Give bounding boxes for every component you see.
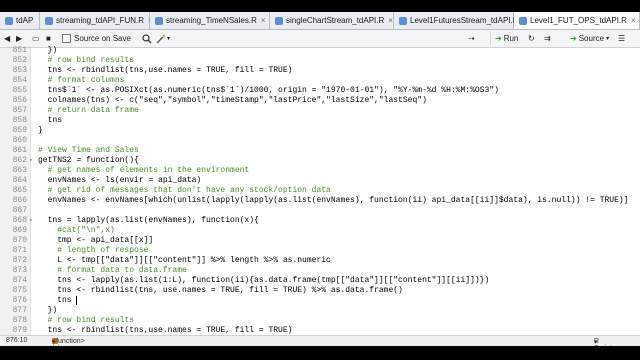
tab-streaming-tdapi-fun[interactable]: streaming_tdAPI_FUN.R× — [40, 12, 153, 29]
source-on-save-toggle[interactable]: Source on Save — [62, 32, 131, 45]
source-arrow-icon: ➔ — [570, 34, 577, 43]
chevron-down-icon: ▾ — [606, 36, 610, 42]
r-file-icon — [519, 16, 527, 25]
r-file-icon — [5, 16, 13, 25]
tab-bar: tdAPI.R streaming_tdAPI_FUN.R× streaming… — [0, 12, 640, 30]
source-button[interactable]: ➔ Source ▾ — [570, 32, 609, 45]
code-editor[interactable]: 851 }) 852 # row bind results 853 tns <- r… — [0, 46, 640, 335]
r-file-icon — [45, 16, 53, 25]
search-icon[interactable] — [142, 32, 152, 45]
save-icon[interactable]: ■ — [46, 32, 51, 45]
status-bar: 876:10 <function>(x) ▾ R Script ▾ — [0, 335, 640, 346]
close-icon[interactable]: × — [388, 16, 393, 25]
tab-tdapi[interactable]: tdAPI.R — [0, 12, 40, 29]
r-file-icon — [155, 16, 163, 25]
source-on-save-checkbox[interactable] — [62, 34, 71, 43]
show-in-window-icon[interactable]: ▭ — [32, 32, 40, 45]
rstudio-editor-window: tdAPI.R streaming_tdAPI_FUN.R× streaming… — [0, 12, 640, 346]
run-arrow-icon: ➔ — [495, 34, 502, 43]
tab-level1futuresstream[interactable]: Level1FuturesStream_tdAPI.R× — [394, 12, 527, 29]
code-tools-wand-icon[interactable]: ▾ — [156, 32, 170, 45]
cursor-position: 876:10 — [6, 337, 28, 344]
rerun-icon[interactable]: ↻ — [528, 32, 535, 45]
chevron-down-icon: ▾ — [167, 36, 171, 42]
chevron-down-icon: ▾ — [594, 339, 598, 346]
tab-level1-fut-ops[interactable]: Level1_FUT_OPS_tdAPI.R × — [514, 12, 640, 29]
close-icon[interactable]: × — [631, 16, 636, 25]
back-icon[interactable]: ◀ — [4, 32, 10, 45]
goto-line-icon[interactable]: ⇢ — [468, 32, 475, 45]
chevron-down-icon: ▾ — [52, 339, 56, 346]
source-icon: ⇉ — [544, 34, 551, 43]
tab-singlechartstream[interactable]: singleChartStream_tdAPI.R × — [270, 12, 394, 29]
run-button[interactable]: ➔ Run — [490, 32, 518, 45]
forward-icon[interactable]: ▶ — [16, 32, 22, 45]
outline-icon[interactable]: ☰ — [618, 32, 625, 45]
tab-streaming-timensales[interactable]: streaming_TimeNSales.R × — [150, 12, 270, 29]
r-file-icon — [275, 16, 283, 25]
text-cursor — [76, 296, 78, 305]
r-file-icon — [399, 16, 407, 25]
video-frame: tdAPI.R streaming_tdAPI_FUN.R× streaming… — [0, 0, 640, 360]
close-icon[interactable]: × — [261, 16, 266, 25]
